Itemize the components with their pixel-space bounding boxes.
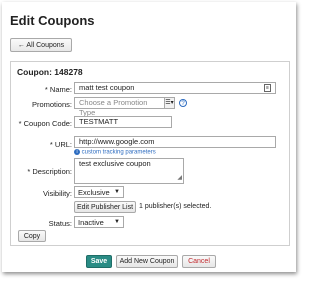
status-select[interactable]: Inactive ▼ [74,216,124,228]
description-label: * Description: [27,167,72,176]
chevron-down-icon: ▼ [114,189,120,195]
url-input[interactable]: http://www.google.com [74,136,276,148]
chevron-down-icon: ▼ [114,219,120,225]
description-value: test exclusive coupon [79,159,151,168]
coupon-code-input[interactable]: TESTMATT [74,116,172,128]
description-textarea[interactable]: test exclusive coupon ◢ [74,158,184,184]
status-value: Inactive [78,218,104,227]
promotions-label: Promotions: [31,100,72,109]
list-icon[interactable]: ≡ [264,84,271,92]
visibility-value: Exclusive [78,188,110,197]
coupon-code-label: * Coupon Code: [18,119,72,128]
name-label: * Name: [44,85,72,94]
save-button[interactable]: Save [86,255,112,268]
info-icon: i [74,149,80,155]
all-coupons-button[interactable]: ← All Coupons [10,38,72,52]
edit-publisher-list-button[interactable]: Edit Publisher List [74,201,136,213]
list-toggle-icon[interactable]: ☰▾ [164,97,175,109]
promotions-select[interactable]: Choose a Promotion Type [74,97,166,117]
help-icon[interactable]: ? [179,99,187,107]
add-new-coupon-button[interactable]: Add New Coupon [116,255,178,268]
page-title: Edit Coupons [10,13,95,28]
name-input[interactable]: matt test coupon ≡ [74,82,276,94]
status-label: Status: [48,219,72,228]
coupon-heading: Coupon: 148278 [17,67,83,77]
visibility-select[interactable]: Exclusive ▼ [74,186,124,198]
url-label: * URL: [49,140,72,149]
name-value: matt test coupon [79,83,135,92]
copy-button[interactable]: Copy [18,230,46,242]
visibility-label: Visibility: [42,189,72,198]
publisher-count-text: 1 publisher(s) selected. [139,203,212,210]
custom-tracking-row: i custom tracking parameters [74,149,156,156]
custom-tracking-link[interactable]: custom tracking parameters [82,150,156,156]
resize-handle-icon[interactable]: ◢ [177,173,182,183]
cancel-button[interactable]: Cancel [182,255,216,268]
